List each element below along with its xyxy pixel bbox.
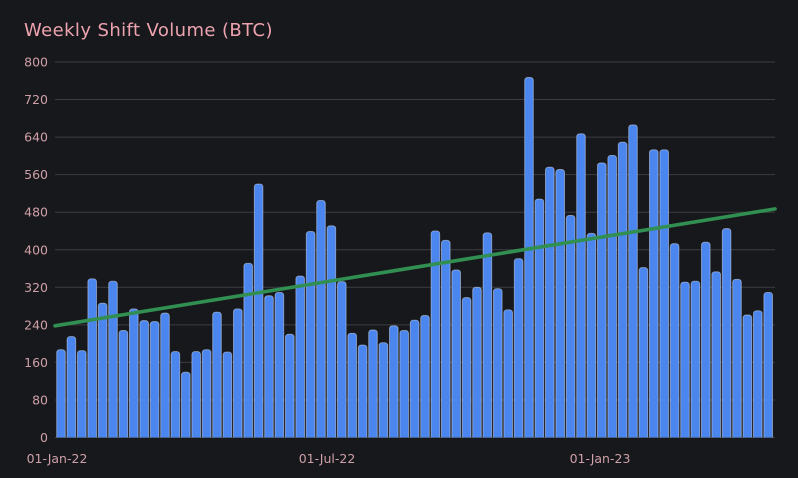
bar	[264, 295, 274, 438]
bar	[316, 200, 326, 438]
bar	[108, 280, 118, 438]
bar	[368, 329, 378, 438]
bar	[295, 275, 305, 438]
bar	[222, 351, 233, 438]
bar	[534, 198, 545, 438]
bar	[617, 141, 628, 438]
bar	[420, 315, 430, 438]
y-tick-label: 0	[40, 430, 48, 445]
bar	[607, 154, 617, 438]
x-tick-label: 01-Jan-23	[570, 451, 631, 466]
bar	[149, 321, 160, 438]
bar	[160, 312, 170, 438]
bar	[472, 286, 482, 438]
bar	[66, 336, 77, 438]
bar	[87, 278, 97, 438]
bar	[680, 281, 690, 438]
bar	[659, 149, 669, 438]
y-tick-label: 160	[24, 355, 48, 370]
y-tick-label: 800	[24, 55, 48, 70]
bar	[565, 215, 576, 438]
bar	[451, 269, 461, 438]
bar	[503, 309, 513, 438]
chart-page: { "page": { "background": "#17181c" }, "…	[0, 0, 798, 478]
bar	[555, 169, 565, 438]
bar	[139, 320, 149, 438]
bar	[482, 232, 493, 438]
bar	[378, 342, 389, 438]
bar	[701, 241, 711, 438]
x-tick-label: 01-Jan-22	[27, 451, 88, 466]
bar	[649, 149, 659, 438]
bar	[170, 351, 181, 438]
bar	[285, 333, 295, 438]
bar	[763, 292, 773, 438]
bar	[638, 267, 649, 438]
y-tick-label: 640	[24, 130, 48, 145]
bar	[399, 330, 409, 438]
bar	[201, 349, 212, 438]
bar	[243, 262, 253, 438]
bar	[732, 278, 742, 438]
bar	[669, 243, 680, 438]
bar	[524, 77, 534, 438]
y-tick-label: 320	[24, 280, 48, 295]
x-tick-label: 01-Jul-22	[299, 451, 356, 466]
bar	[274, 292, 285, 438]
bar	[441, 239, 451, 438]
bar	[409, 319, 420, 438]
bar	[753, 310, 763, 438]
bar	[181, 371, 191, 438]
bar	[326, 225, 337, 438]
bar	[347, 332, 357, 438]
y-tick-label: 480	[24, 205, 48, 220]
bar	[253, 183, 264, 438]
y-tick-label: 240	[24, 317, 48, 332]
y-tick-label: 720	[24, 92, 48, 107]
bar	[118, 330, 129, 438]
bar	[586, 232, 597, 438]
bar	[56, 349, 66, 438]
bar-layer	[56, 77, 773, 438]
bar	[212, 311, 222, 438]
bar	[97, 302, 108, 438]
bar	[711, 271, 721, 438]
bar	[129, 308, 139, 438]
bar	[721, 228, 732, 438]
bar	[77, 350, 87, 438]
bar	[690, 280, 701, 438]
bar	[576, 133, 586, 438]
bar-chart-canvas: 0 80 160 240 320 400 480 560 640 720 800 01-Jan-22 0…	[24, 55, 777, 466]
bar	[493, 288, 503, 438]
y-tick-label: 80	[32, 392, 48, 407]
bar	[337, 281, 347, 438]
bar	[357, 344, 368, 438]
bar	[233, 308, 243, 438]
bar	[628, 124, 638, 438]
y-tick-label: 560	[24, 167, 48, 182]
bar	[513, 258, 524, 438]
bar	[389, 325, 399, 438]
bar	[191, 351, 201, 438]
bar	[305, 230, 316, 438]
bar	[461, 297, 472, 438]
bar	[597, 162, 607, 438]
bar	[545, 166, 555, 438]
bar	[742, 314, 753, 438]
y-tick-label: 400	[24, 242, 48, 257]
